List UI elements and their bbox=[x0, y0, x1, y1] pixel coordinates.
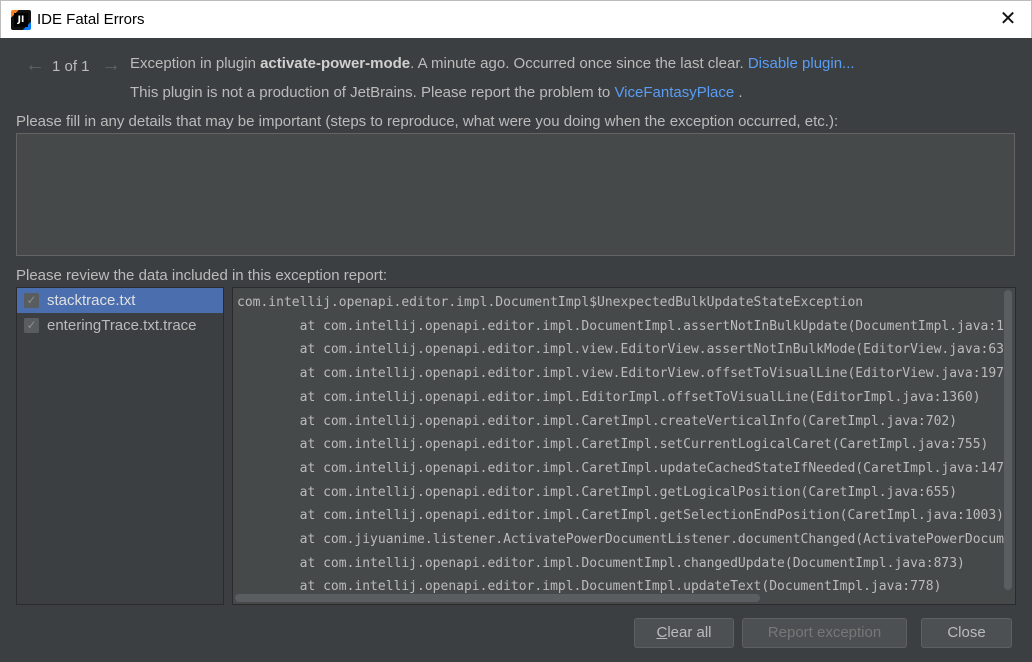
horizontal-scroll-thumb[interactable] bbox=[235, 594, 760, 602]
stacktrace-line: at com.intellij.openapi.editor.impl.Edit… bbox=[237, 389, 981, 405]
next-arrow-icon[interactable]: → bbox=[101, 54, 121, 77]
window-title: IDE Fatal Errors bbox=[37, 11, 145, 28]
exception-summary: Exception in plugin activate-power-mode.… bbox=[130, 55, 855, 72]
vendor-link[interactable]: ViceFantasyPlace bbox=[614, 84, 734, 101]
stacktrace-line: at com.intellij.openapi.editor.impl.Care… bbox=[237, 437, 989, 453]
vendor-notice: This plugin is not a production of JetBr… bbox=[130, 84, 743, 101]
report-exception-button[interactable]: Report exception bbox=[742, 618, 907, 648]
horizontal-scrollbar[interactable] bbox=[233, 592, 1003, 604]
stacktrace-line: at com.jiyuanime.listener.ActivatePowerD… bbox=[237, 532, 1005, 548]
file-name: stacktrace.txt bbox=[47, 292, 136, 309]
clear-all-button[interactable]: Clear all bbox=[634, 618, 734, 648]
stacktrace-line: at com.intellij.openapi.editor.impl.Care… bbox=[237, 413, 958, 429]
summary-prefix: Exception in plugin bbox=[130, 55, 256, 72]
stacktrace-line: at com.intellij.openapi.editor.impl.Care… bbox=[237, 508, 1005, 524]
close-icon[interactable]: ✕ bbox=[985, 1, 1031, 39]
vertical-scrollbar[interactable] bbox=[1002, 288, 1014, 592]
plugin-name: activate-power-mode bbox=[260, 55, 411, 72]
stacktrace-line: at com.intellij.openapi.editor.impl.Docu… bbox=[237, 318, 1005, 334]
file-name: enteringTrace.txt.trace bbox=[47, 317, 197, 334]
disable-plugin-link[interactable]: Disable plugin... bbox=[748, 55, 855, 72]
stacktrace-viewer[interactable]: com.intellij.openapi.editor.impl.Documen… bbox=[232, 287, 1016, 605]
details-label: Please fill in any details that may be i… bbox=[16, 113, 839, 130]
checkbox-checked-icon[interactable]: ✓ bbox=[24, 318, 39, 333]
stacktrace-text: com.intellij.openapi.editor.impl.Documen… bbox=[237, 291, 1004, 599]
dialog-content: ← 1 of 1 → Exception in plugin activate-… bbox=[1, 38, 1031, 661]
review-label: Please review the data included in this … bbox=[16, 267, 388, 284]
details-textarea[interactable] bbox=[16, 133, 1015, 256]
summary-suffix: . A minute ago. Occurred once since the … bbox=[410, 55, 744, 72]
previous-arrow-icon[interactable]: ← bbox=[25, 54, 45, 77]
stacktrace-line: at com.intellij.openapi.editor.impl.Care… bbox=[237, 460, 1005, 476]
intellij-app-icon: JI bbox=[11, 10, 31, 30]
vendor-notice-text: This plugin is not a production of JetBr… bbox=[130, 84, 611, 101]
error-counter: 1 of 1 bbox=[52, 58, 90, 75]
stacktrace-line: com.intellij.openapi.editor.impl.Documen… bbox=[237, 295, 864, 310]
title-bar: JI IDE Fatal Errors ✕ bbox=[0, 0, 1032, 38]
vendor-notice-period: . bbox=[738, 84, 743, 101]
stacktrace-line: at com.intellij.openapi.editor.impl.Docu… bbox=[237, 555, 965, 571]
list-item[interactable]: ✓ stacktrace.txt bbox=[17, 288, 223, 313]
vertical-scroll-thumb[interactable] bbox=[1004, 290, 1012, 590]
stacktrace-line: at com.intellij.openapi.editor.impl.view… bbox=[237, 342, 1005, 358]
close-button[interactable]: Close bbox=[921, 618, 1012, 648]
list-item[interactable]: ✓ enteringTrace.txt.trace bbox=[17, 313, 223, 338]
stacktrace-line: at com.intellij.openapi.editor.impl.view… bbox=[237, 366, 1005, 382]
attachment-list: ✓ stacktrace.txt ✓ enteringTrace.txt.tra… bbox=[16, 287, 224, 605]
stacktrace-line: at com.intellij.openapi.editor.impl.Care… bbox=[237, 484, 958, 500]
checkbox-checked-icon[interactable]: ✓ bbox=[24, 293, 39, 308]
